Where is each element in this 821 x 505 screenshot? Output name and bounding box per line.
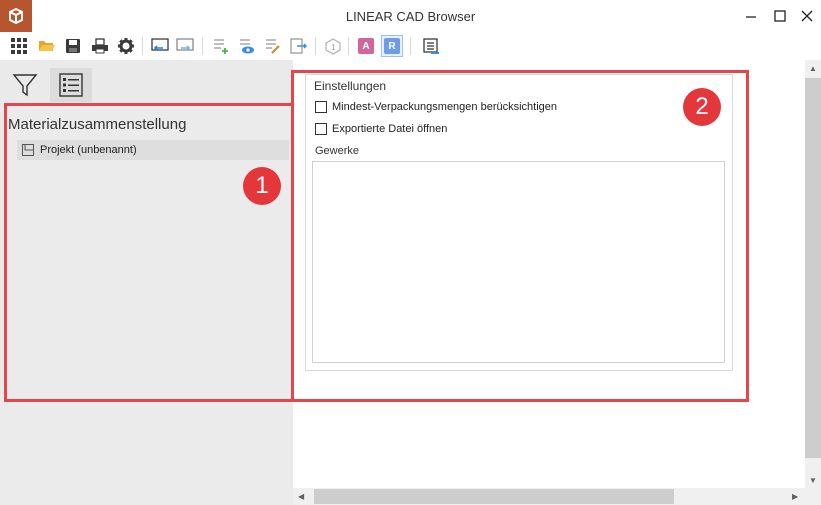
left-tab-bar: [0, 68, 293, 102]
r-icon: R: [384, 38, 400, 54]
list-edit-icon: [266, 39, 280, 54]
apps-button[interactable]: [8, 35, 30, 57]
window-title: LINEAR CAD Browser: [345, 9, 476, 24]
horizontal-scroll-thumb[interactable]: [314, 489, 674, 504]
vertical-scroll-thumb[interactable]: [805, 78, 821, 458]
filter-icon: [12, 74, 38, 97]
maximize-icon: [774, 10, 786, 22]
export-button[interactable]: [174, 35, 196, 57]
toolbar: 1 A R: [0, 32, 821, 60]
svg-text:1: 1: [331, 43, 336, 52]
list-add-button[interactable]: [209, 35, 231, 57]
save-icon: [66, 39, 80, 53]
close-icon: [801, 10, 813, 22]
toolbar-separator: [202, 37, 203, 55]
scroll-up-icon[interactable]: ▲: [809, 64, 817, 73]
toolbar-separator: [142, 37, 143, 55]
architecture-button[interactable]: A: [355, 35, 377, 57]
print-button[interactable]: [89, 35, 111, 57]
scroll-down-icon[interactable]: ▼: [809, 476, 817, 485]
architecture-icon: A: [358, 38, 374, 54]
export-icon: [176, 38, 194, 51]
settings-button[interactable]: [115, 35, 137, 57]
callout-badge-1: 1: [243, 167, 281, 205]
folder-open-icon: [39, 41, 55, 51]
gear-icon: [118, 38, 134, 54]
list-icon: [59, 73, 83, 97]
toolbar-separator: [315, 37, 316, 55]
list-add-icon: [214, 39, 228, 54]
import-button[interactable]: [149, 35, 171, 57]
import-icon: [151, 38, 169, 51]
title-bar: LINEAR CAD Browser: [0, 0, 821, 32]
list-export-button[interactable]: [287, 35, 309, 57]
callout-box-2: [291, 70, 749, 402]
minimize-icon: [746, 16, 756, 18]
tab-list[interactable]: [50, 68, 92, 102]
scroll-right-icon[interactable]: ▶: [792, 492, 798, 501]
scroll-corner: [805, 488, 821, 505]
object-icon: 1: [325, 38, 341, 55]
object-button[interactable]: 1: [322, 35, 344, 57]
close-button[interactable]: [790, 0, 821, 32]
toolbar-separator: [348, 37, 349, 55]
list-export-icon: [290, 38, 307, 54]
r-button[interactable]: R: [381, 35, 403, 57]
print-icon: [92, 38, 108, 54]
toolbar-separator: [410, 37, 411, 55]
tab-filter[interactable]: [4, 68, 46, 102]
grid-icon: [11, 38, 27, 54]
list-transfer-icon: [423, 38, 439, 54]
callout-badge-2: 2: [683, 88, 721, 126]
scroll-left-icon[interactable]: ◀: [298, 492, 304, 501]
list-view-icon: [240, 39, 254, 54]
save-button[interactable]: [62, 35, 84, 57]
list-transfer-button[interactable]: [420, 35, 442, 57]
callout-box-1: [4, 103, 294, 402]
list-view-button[interactable]: [235, 35, 257, 57]
open-button[interactable]: [36, 35, 58, 57]
list-edit-button[interactable]: [261, 35, 283, 57]
